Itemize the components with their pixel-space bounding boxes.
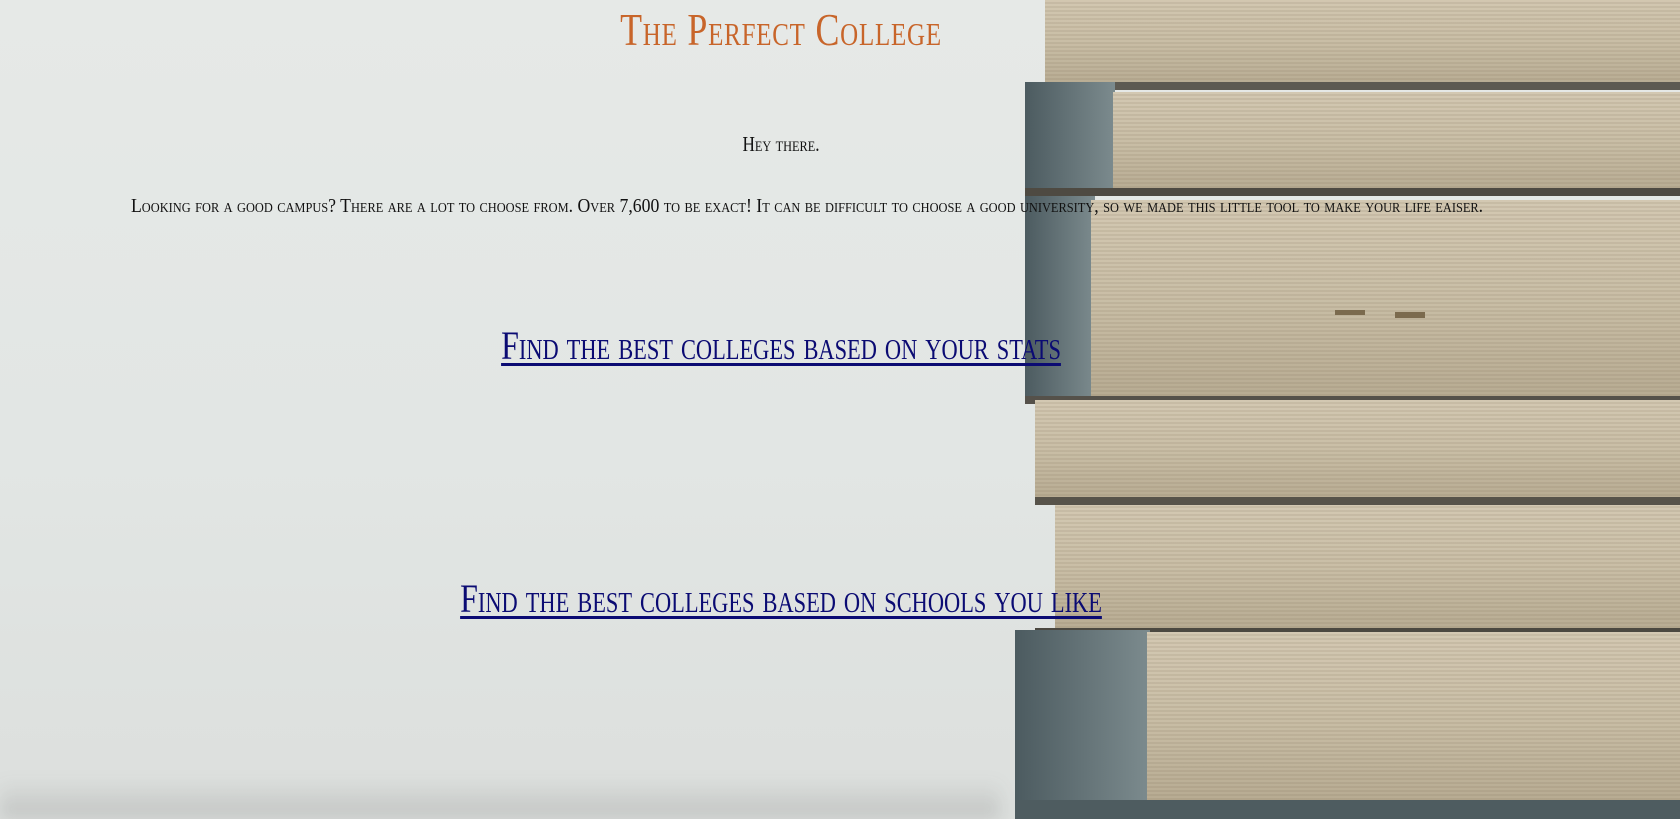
background-shadow [0,779,1000,819]
intro-paragraph: Looking for a good campus? There are a l… [131,195,1484,217]
books-background-image [995,0,1680,819]
greeting-text: Hey there. [742,132,820,156]
find-by-schools-link[interactable]: Find the best colleges based on schools … [156,575,1406,623]
page-title: The Perfect College [620,4,942,55]
find-by-stats-link[interactable]: Find the best colleges based on your sta… [156,322,1406,370]
